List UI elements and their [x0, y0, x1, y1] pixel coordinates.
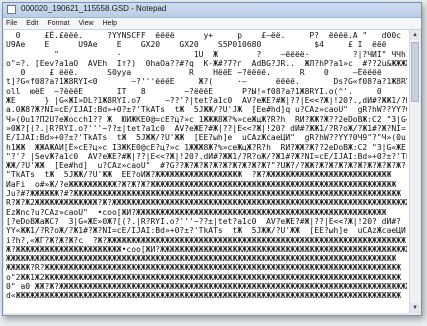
text-line: ЖЖЖЖЖЖЖЖЖЖЖЖЖЖЖЖЖЖЖЖЖЖЖЖЖЖЖЖЖЖЖЖЖЖЖЖЖЖЖЖ…	[6, 254, 397, 264]
vertical-scrollbar[interactable]: ▲ ▼	[409, 30, 420, 313]
text-line: ЖЖ/?U'ЖЖ [Ee#hd] u?CАz»саоU" #?G??Ж?Ж?Ж?…	[6, 161, 406, 171]
text-line: R?Ж?Ж2ЖЖЖЖЖЖЖЖЖЖЖЖЖ?Ж?ЖЖЖЖЖЖЖЖЖЖЖЖЖЖЖЖЖЖ…	[6, 198, 407, 208]
text-line: [?eDоBЖаЖС? 3|G«ЖЕ»0Ж?[(?.|R?RYI.о?'''~?…	[6, 216, 401, 226]
text-line: " · 1U Ж ? —ёёёё· ?|?ЧИІ" ЧЧh1ЖЛ.	[6, 49, 407, 59]
text-line: d«ЖЖЖЖЖЖЖЖЖЖЖЖЖЖЖЖЖЖЖЖЖЖЖЖЖЖЖЖЖЖЖЖЖЖЖЖЖЖ…	[6, 291, 401, 301]
menu-file[interactable]: File	[6, 20, 17, 27]
scroll-down-icon[interactable]: ▼	[410, 303, 420, 313]
text-line: t]?G«f08?а?1Ж8RYI<0 ~?'''ёёёЕ Ж?( ·— ёёё…	[6, 77, 407, 87]
notepad-window: 000020_190621_115558.GSD - Notepad File …	[2, 2, 422, 316]
menu-format[interactable]: Format	[47, 20, 69, 27]
text-line: Е/IJАI:Вd»+0?±?'TkАTs tЖ 5JЖЖ/?U'ЖЖ [ЕЕ?…	[6, 133, 407, 143]
menu-bar: File Edit Format View Help	[3, 18, 421, 30]
text-line: 0 £ ёёё. S0ууа R HёёE ~?ёёёё. R 0 —Ёёёёё…	[6, 68, 407, 78]
text-line: 0 £Ё.£ёёё. ?YYNSCFF ёёёё у+ p £—ёё. P? ё…	[6, 31, 401, 40]
text-line: ИаFi о#»Ж/?еЖЖЖЖЖЖЖЖЖЖ?Ж?Ж?Ж?ЖЖЖЖЖЖЖЖЖЖЖ…	[6, 179, 397, 189]
text-line: Ж?ЖЖЖЖЖЖЖЖЖЖЖЖЖЖЖЖЖЖЖЖЖЖ•соо[ЖИ?ЖЖЖЖЖЖЖЖ…	[6, 244, 407, 254]
menu-view[interactable]: View	[79, 20, 94, 27]
text-line: Ju?#?ЖЖЖЖЖЖ?#?ЖЖЖЖЖЖЖЖЖЖЖЖЖЖЖЖЖЖЖЖЖЖЖЖЖЖ…	[6, 189, 401, 199]
menu-help[interactable]: Help	[103, 20, 117, 27]
text-line: »0Ж?[(?.|R?RYI.о?'''~??±|tet?а1с0 AV?еЖЕ…	[6, 123, 406, 133]
text-line: U9Ae E U9Ae E GX20 GX20 S5P010680 $4 £ І…	[6, 40, 387, 50]
text-line: ЖЖЖЖЖ?R?ЖЖЖЖЖЖЖЖЖЖЖЖЖЖЖЖЖЖЖЖЖЖЖЖЖЖЖЖЖЖЖЖ…	[6, 263, 401, 273]
text-line: h1ЖЖ ЖЖАЖАИ[Ё»сЕ?ц»с ІЗЖКЕ0@сЕ?ц?»с 1ЖЖЖ…	[6, 142, 406, 152]
text-line: YY«ЖЖ1/?R?оЖ/?Ж1#?Ж?NI=сЕ/IJАI:Вd»+0?±?'…	[6, 226, 407, 236]
text-line: Ч»(0u1?П2U?еЖоссh1?? Ж ЮИЖКЕ0@=сЕ?ц?»с 1…	[6, 114, 407, 124]
text-line: 0" а0 ЖЖ?Ж?ЖЖЖЖЖЖЖЖЖЖЖЖЖЖЖЖЖЖЖЖЖЖЖЖЖЖЖЖЖ…	[6, 282, 407, 292]
text-line: ЕzЖnс?u?CАz»саоU" •соо[ЖИ?ЖЖЖЖЖЖЖЖЖЖЖЖЖЖ…	[6, 207, 387, 217]
text-line: "?'? |SеvЖ?а1с0 AV?еЖЕ?#Ж|??|E<<?Ж|!20?.…	[6, 151, 407, 161]
document-text[interactable]: 0 £Ё.£ёёё. ?YYNSCFF ёёёё у+ p £—ёё. P? ё…	[4, 30, 409, 302]
scroll-thumb[interactable]	[411, 42, 419, 102]
text-line: о"=?. [Eev?a1аO AVEh Іт?) 0hаОа??#?q K-Ж…	[6, 58, 407, 68]
text-editor[interactable]: 0 £Ё.£ёёё. ?YYNSCFF ёёёё у+ p £—ёё. P? ё…	[4, 30, 409, 313]
window-title: 000020_190621_115558.GSD - Notepad	[21, 4, 167, 13]
notepad-icon	[7, 5, 16, 14]
menu-edit[interactable]: Edit	[26, 20, 38, 27]
text-line: а.0Ж8?Ж?NI=сЕ/IJАI:Вd»+0?±?'TkАTs tЖ 5JЖ…	[6, 105, 407, 115]
scroll-up-icon[interactable]: ▲	[410, 30, 420, 40]
text-line: i?h?,«ЖГ?Ж?Ж?Ж?с ?Ж?ЖЖЖЖЖЖЖЖЖЖЖЖЖЖЖЖЖЖЖЖ…	[6, 235, 406, 245]
text-line: ЖЕ } |G«ЖI»DL?1Ж8RYI.o7 ~??'?|tet?а1с0 A…	[6, 96, 407, 106]
title-bar[interactable]: 000020_190621_115558.GSD - Notepad	[3, 3, 421, 18]
text-line: oll юёЕ ~?ёёёЕ IT 8 ~?ёёёЕ P?Ы!«f08?а?1Ж…	[6, 86, 407, 96]
text-line: "TkАTs tЖ 5JЖЖ/?U'ЖЖ ЕЕ?оИЖ?ЖЖЖЖЖЖЖЖЖЖЖЖ…	[6, 170, 392, 180]
text-line: о"2ЖЖ1Ж2ЖЖЖЖЖЖЖЖЖЖЖЖЖЖЖЖЖЖЖЖЖЖЖЖЖЖЖЖЖЖЖЖ…	[6, 272, 401, 282]
